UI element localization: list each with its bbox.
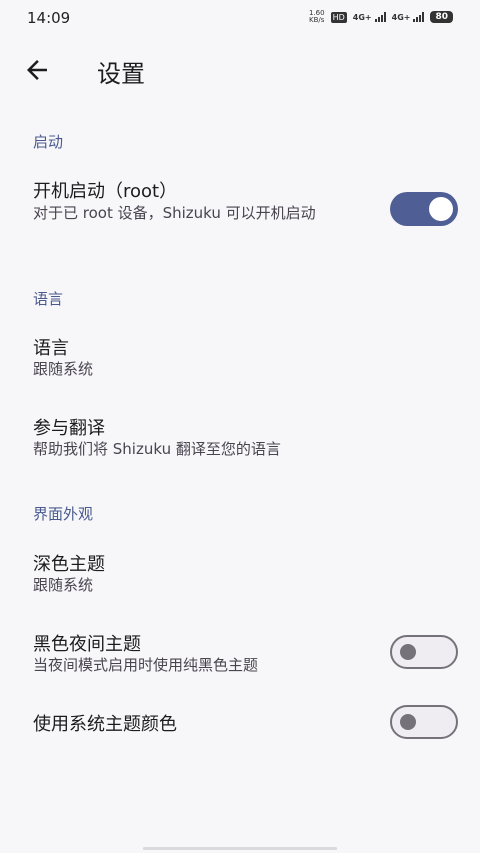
boot-start-summary: 对于已 root 设备，Shizuku 可以开机启动 [33, 204, 316, 222]
hd-voice-icon: HD [330, 11, 347, 23]
gesture-nav-handle[interactable] [143, 847, 337, 850]
language-item[interactable]: 语言 跟随系统 [0, 322, 480, 392]
translate-item[interactable]: 参与翻译 帮助我们将 Shizuku 翻译至您的语言 [0, 402, 480, 472]
system-color-item[interactable]: 使用系统主题颜色 [0, 698, 480, 748]
arrow-left-icon[interactable] [22, 55, 52, 85]
black-night-theme-summary: 当夜间模式启用时使用纯黑色主题 [33, 656, 259, 674]
dark-theme-summary: 跟随系统 [33, 576, 94, 594]
toggle-knob [429, 197, 453, 221]
boot-start-toggle[interactable] [390, 192, 458, 226]
black-night-theme-toggle[interactable] [390, 635, 458, 669]
app-bar: 设置 [0, 40, 480, 100]
language-summary: 跟随系统 [33, 360, 94, 378]
status-bar: 14:09 1.60 KB/s HD 4G+ 4G+ 80 [0, 0, 480, 34]
battery-icon: 80 [430, 11, 453, 23]
sim1-signal-icon: 4G+ [353, 12, 386, 22]
system-color-toggle[interactable] [390, 705, 458, 739]
dark-theme-item[interactable]: 深色主题 跟随系统 [0, 538, 480, 608]
network-speed: 1.60 KB/s [309, 10, 325, 24]
sim2-signal-icon: 4G+ [392, 12, 425, 22]
status-icons: 1.60 KB/s HD 4G+ 4G+ 80 [309, 9, 453, 25]
section-header-startup: 启动 [33, 133, 64, 151]
boot-start-item[interactable]: 开机启动（root） 对于已 root 设备，Shizuku 可以开机启动 [0, 168, 480, 258]
language-title: 语言 [33, 338, 69, 359]
dark-theme-title: 深色主题 [33, 554, 105, 575]
toggle-knob [400, 644, 416, 660]
section-header-language: 语言 [33, 290, 64, 308]
translate-title: 参与翻译 [33, 418, 105, 439]
black-night-theme-title: 黑色夜间主题 [33, 634, 141, 655]
translate-summary: 帮助我们将 Shizuku 翻译至您的语言 [33, 440, 281, 458]
system-color-title: 使用系统主题颜色 [33, 714, 177, 735]
page-title: 设置 [97, 60, 145, 88]
toggle-knob [400, 714, 416, 730]
status-time: 14:09 [27, 9, 71, 27]
network-speed-unit: KB/s [309, 16, 325, 24]
boot-start-title: 开机启动（root） [33, 181, 178, 202]
black-night-theme-item[interactable]: 黑色夜间主题 当夜间模式启用时使用纯黑色主题 [0, 618, 480, 688]
section-header-appearance: 界面外观 [33, 505, 94, 523]
